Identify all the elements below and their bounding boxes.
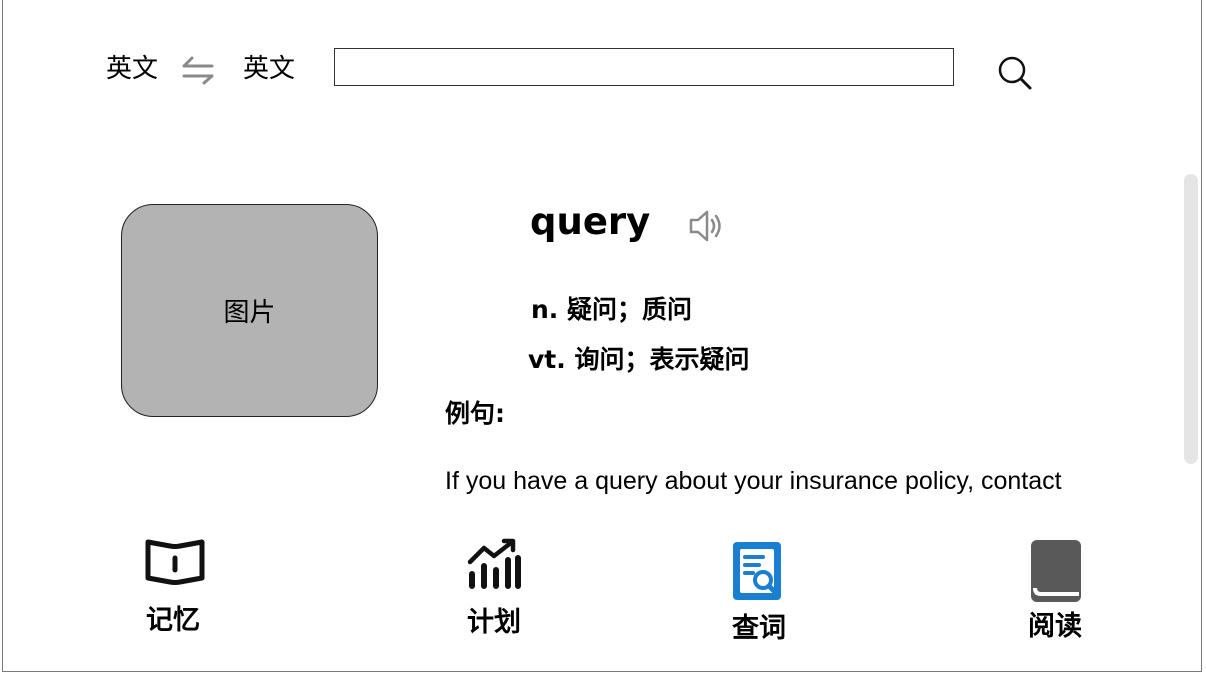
- source-language-selector[interactable]: 英文: [106, 52, 158, 86]
- nav-label-reading: 阅读: [1028, 611, 1082, 642]
- book-icon: [1029, 538, 1083, 608]
- nav-label-plan: 计划: [467, 607, 521, 638]
- speaker-icon[interactable]: [688, 208, 726, 244]
- search-icon[interactable]: [995, 54, 1035, 92]
- document-search-icon: [731, 540, 785, 606]
- definition-verb: vt. 询问；表示疑问: [528, 345, 750, 374]
- definition-noun: n. 疑问；质问: [531, 295, 692, 324]
- example-label: 例句:: [445, 399, 505, 428]
- picture-label: 图片: [223, 298, 276, 328]
- swap-arrows-icon[interactable]: [180, 54, 218, 86]
- search-input[interactable]: [334, 48, 954, 86]
- nav-item-plan[interactable]: 计划: [452, 532, 542, 642]
- nav-label-lookup: 查词: [732, 613, 786, 644]
- open-book-icon: [144, 536, 206, 590]
- word-image-placeholder: 图片: [121, 204, 378, 417]
- target-language-selector[interactable]: 英文: [243, 52, 295, 86]
- nav-item-memory[interactable]: 记忆: [130, 532, 220, 642]
- nav-item-lookup[interactable]: 查词: [715, 532, 805, 648]
- scrollbar[interactable]: [1184, 174, 1198, 464]
- bar-chart-icon: [466, 538, 522, 594]
- nav-item-reading[interactable]: 阅读: [1012, 532, 1102, 648]
- example-sentence: If you have a query about your insurance…: [445, 467, 1062, 495]
- headword: query: [530, 200, 651, 243]
- nav-label-memory: 记忆: [146, 605, 200, 636]
